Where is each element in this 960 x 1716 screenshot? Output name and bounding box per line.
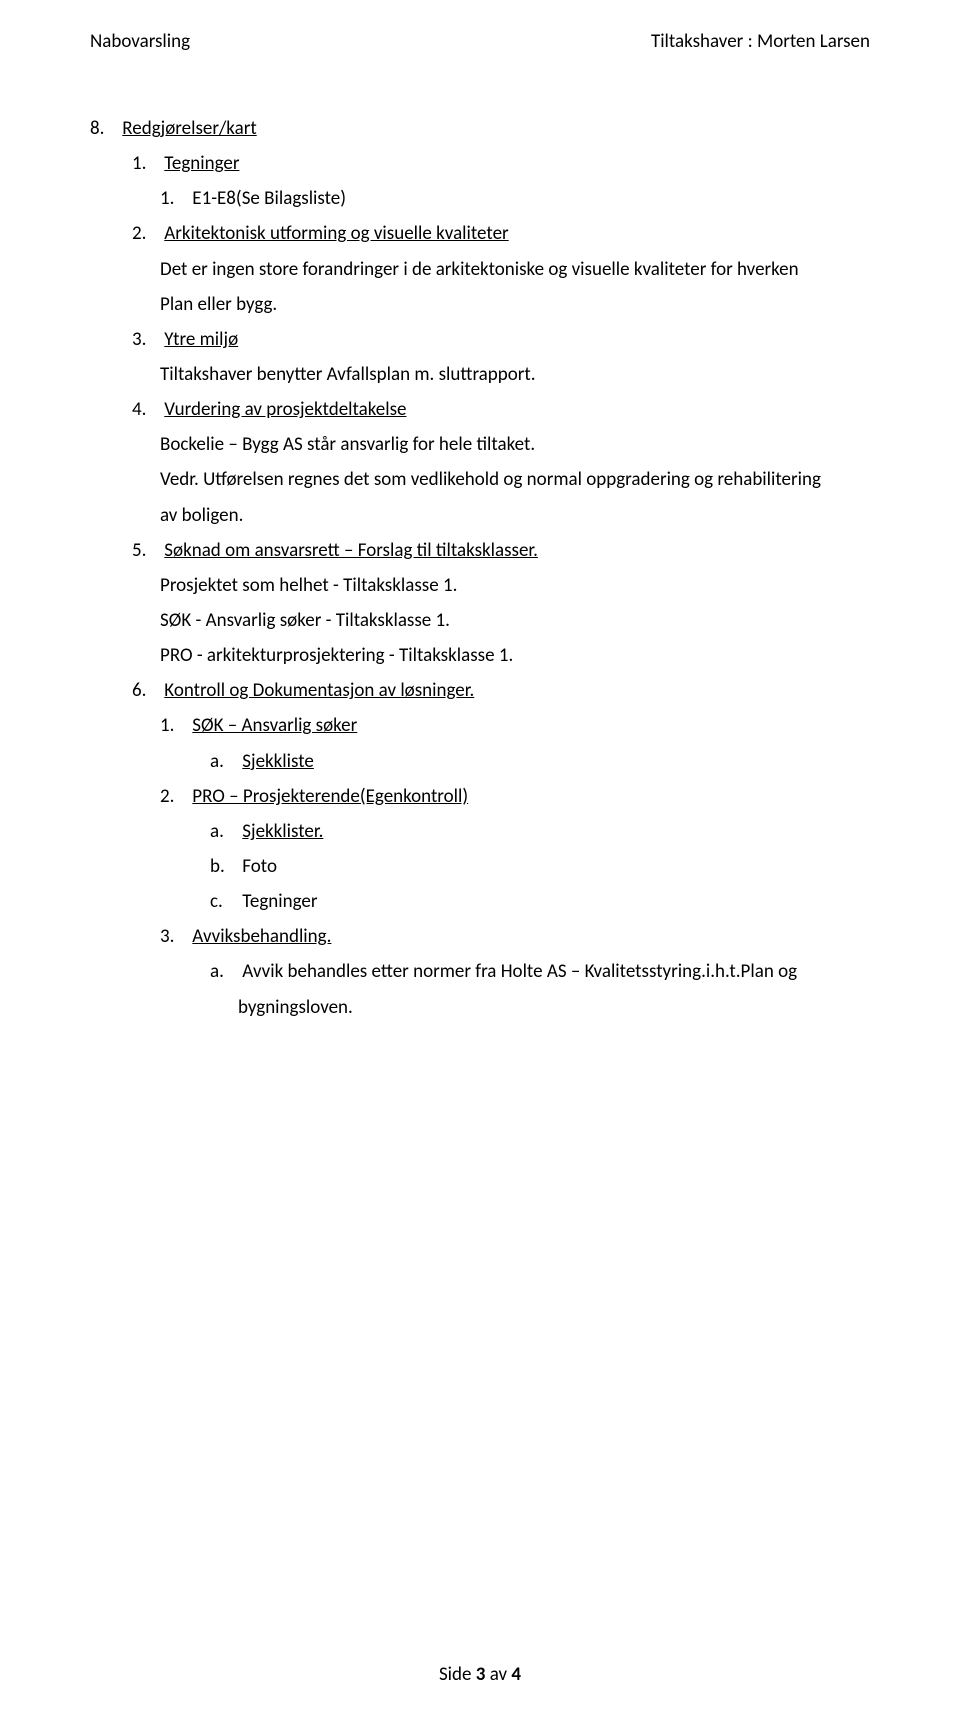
item-8-5-title: Søknad om ansvarsrett – Forslag til tilt… xyxy=(164,539,538,562)
item-8-6-2-b: Foto xyxy=(210,849,870,884)
footer-total: 4 xyxy=(511,1663,521,1686)
item-8-1-title: Tegninger xyxy=(164,152,239,175)
page: Nabovarsling Tiltakshaver : Morten Larse… xyxy=(0,0,960,1716)
item-8-1-1: E1-E8(Se Bilagsliste) xyxy=(160,181,870,216)
item-8-2: Arkitektonisk utforming og visuelle kval… xyxy=(132,216,870,321)
header-right: Tiltakshaver : Morten Larsen xyxy=(651,30,870,53)
item-8-6-title: Kontroll og Dokumentasjon av løsninger. xyxy=(164,679,474,702)
item-8-6-2-c: Tegninger xyxy=(210,884,870,919)
item-8-1-1-text: E1-E8(Se Bilagsliste) xyxy=(192,187,346,210)
item-8-4-line3: av boligen. xyxy=(132,498,870,533)
item-8-6-3-a-line2: bygningsloven. xyxy=(210,990,870,1025)
item-8-3-title: Ytre miljø xyxy=(164,328,238,351)
item-8-6-2-title: PRO – Prosjekterende(Egenkontroll) xyxy=(192,785,468,808)
section-8-title: Redgjørelser/kart xyxy=(122,117,256,140)
item-8-5-line3: PRO - arkitekturprosjektering - Tiltaksk… xyxy=(132,638,870,673)
item-8-5: Søknad om ansvarsrett – Forslag til tilt… xyxy=(132,533,870,674)
page-header: Nabovarsling Tiltakshaver : Morten Larse… xyxy=(90,30,870,53)
header-left: Nabovarsling xyxy=(90,30,190,53)
item-8-2-title: Arkitektonisk utforming og visuelle kval… xyxy=(164,222,508,245)
item-8-6: Kontroll og Dokumentasjon av løsninger. … xyxy=(132,673,870,1024)
item-8-6-3: Avviksbehandling. Avvik behandles etter … xyxy=(160,919,870,1024)
item-8-3-line1: Tiltakshaver benytter Avfallsplan m. slu… xyxy=(132,357,870,392)
item-8-2-line1: Det er ingen store forandringer i de ark… xyxy=(132,252,870,287)
item-8-6-3-a: Avvik behandles etter normer fra Holte A… xyxy=(210,954,870,1024)
item-8-6-2-a-text: Sjekklister. xyxy=(242,820,323,843)
footer-prefix: Side xyxy=(439,1663,476,1686)
item-8-6-1-a: Sjekkliste xyxy=(210,744,870,779)
item-8-6-2-b-text: Foto xyxy=(242,855,277,878)
item-8-4-title: Vurdering av prosjektdeltakelse xyxy=(164,398,406,421)
item-8-6-1: SØK – Ansvarlig søker Sjekkliste xyxy=(160,708,870,778)
item-8-2-line2: Plan eller bygg. xyxy=(132,287,870,322)
footer-page: 3 xyxy=(476,1663,486,1686)
item-8-4: Vurdering av prosjektdeltakelse Bockelie… xyxy=(132,392,870,533)
item-8-6-3-a-line1: Avvik behandles etter normer fra Holte A… xyxy=(242,960,797,983)
item-8-6-2-a: Sjekklister. xyxy=(210,814,870,849)
item-8-3: Ytre miljø Tiltakshaver benytter Avfalls… xyxy=(132,322,870,392)
item-8-6-1-a-text: Sjekkliste xyxy=(242,750,314,773)
item-8-6-3-title: Avviksbehandling. xyxy=(192,925,331,948)
page-footer: Side 3 av 4 xyxy=(90,1643,870,1686)
item-8-4-line2: Vedr. Utførelsen regnes det som vedlikeh… xyxy=(132,462,870,497)
item-8-6-2-c-text: Tegninger xyxy=(242,890,317,913)
item-8-4-line1: Bockelie – Bygg AS står ansvarlig for he… xyxy=(132,427,870,462)
item-8-1: Tegninger E1-E8(Se Bilagsliste) xyxy=(132,146,870,216)
document-body: Redgjørelser/kart Tegninger E1-E8(Se Bil… xyxy=(90,111,870,1025)
section-8: Redgjørelser/kart Tegninger E1-E8(Se Bil… xyxy=(90,111,870,1025)
item-8-5-line1: Prosjektet som helhet - Tiltaksklasse 1. xyxy=(132,568,870,603)
footer-middle: av xyxy=(485,1663,511,1686)
item-8-5-line2: SØK - Ansvarlig søker - Tiltaksklasse 1. xyxy=(132,603,870,638)
item-8-6-2: PRO – Prosjekterende(Egenkontroll) Sjekk… xyxy=(160,779,870,920)
item-8-6-1-title: SØK – Ansvarlig søker xyxy=(192,714,357,737)
